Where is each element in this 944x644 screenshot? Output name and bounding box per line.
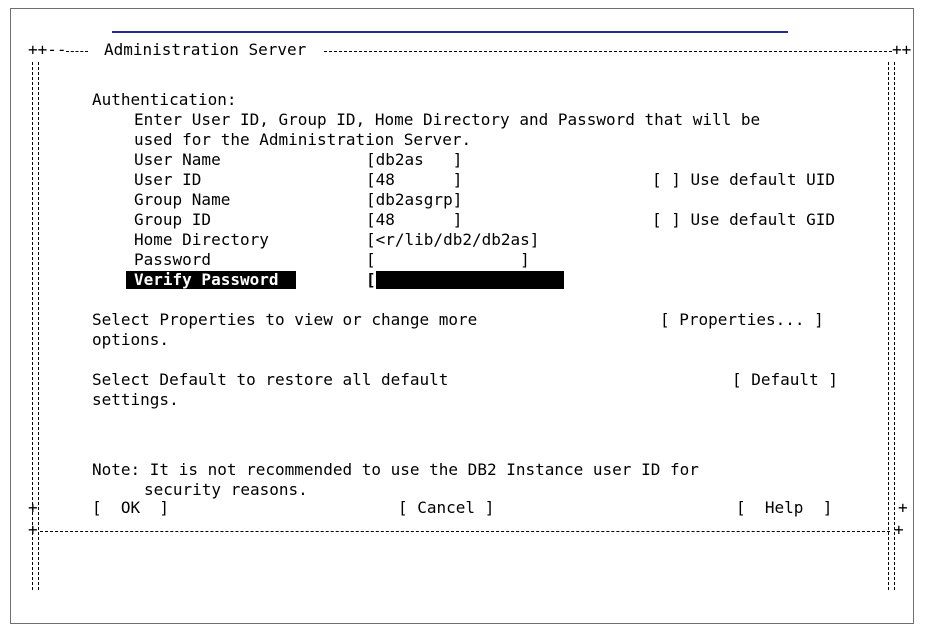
user-id-label: User ID xyxy=(134,170,202,189)
home-directory-label: Home Directory xyxy=(134,230,269,249)
note-line1: Note: It is not recommended to use the D… xyxy=(92,460,699,479)
bottom-rule xyxy=(40,531,890,532)
corner-mid-left: + xyxy=(28,498,38,517)
authentication-heading: Authentication: xyxy=(92,90,237,109)
corner-mid-right: + xyxy=(898,498,908,517)
authentication-description-line2: used for the Administration Server. xyxy=(134,130,472,149)
cancel-button[interactable]: [ Cancel ] xyxy=(398,498,494,518)
password-label: Password xyxy=(134,250,212,269)
user-name-field[interactable]: [db2as ] xyxy=(366,150,462,170)
title-rule-right xyxy=(324,51,892,52)
corner-top-right: ++ xyxy=(892,40,912,59)
group-id-label: Group ID xyxy=(134,210,212,229)
corner-bottom-left: + xyxy=(28,520,38,539)
properties-text-line1: Select Properties to view or change more xyxy=(92,310,478,329)
verify-password-label: Verify Password xyxy=(134,270,279,289)
authentication-description-line1: Enter User ID, Group ID, Home Directory … xyxy=(134,110,761,129)
corner-bottom-right: + xyxy=(894,520,904,539)
verify-password-field[interactable]: [ ] xyxy=(366,270,530,290)
properties-button[interactable]: [ Properties... ] xyxy=(660,310,824,330)
window-top-border xyxy=(112,31,788,33)
ok-button[interactable]: [ OK ] xyxy=(92,498,169,518)
group-id-field[interactable]: [48 ] xyxy=(366,210,462,230)
default-text-line1: Select Default to restore all default xyxy=(92,370,449,389)
default-button[interactable]: [ Default ] xyxy=(732,370,838,390)
right-border-outer xyxy=(894,62,895,590)
password-field[interactable]: [ ] xyxy=(366,250,530,270)
right-border-inner xyxy=(888,62,889,590)
group-name-label: Group Name xyxy=(134,190,231,209)
properties-text-line2: options. xyxy=(92,330,170,349)
group-name-field[interactable]: [db2asgrp] xyxy=(366,190,462,210)
home-directory-field[interactable]: [<r/lib/db2/db2as] xyxy=(366,230,539,250)
title-rule-left xyxy=(66,51,88,52)
corner-top-left: ++-- xyxy=(28,40,67,59)
note-line2: security reasons. xyxy=(144,480,308,499)
user-name-label: User Name xyxy=(134,150,221,169)
dialog-title: Administration Server xyxy=(104,40,307,59)
default-text-line2: settings. xyxy=(92,390,179,409)
use-default-gid-checkbox[interactable]: [ ] Use default GID xyxy=(652,210,835,230)
help-button[interactable]: [ Help ] xyxy=(736,498,832,518)
user-id-field[interactable]: [48 ] xyxy=(366,170,462,190)
use-default-uid-checkbox[interactable]: [ ] Use default UID xyxy=(652,170,835,190)
left-border-inner xyxy=(38,62,39,590)
